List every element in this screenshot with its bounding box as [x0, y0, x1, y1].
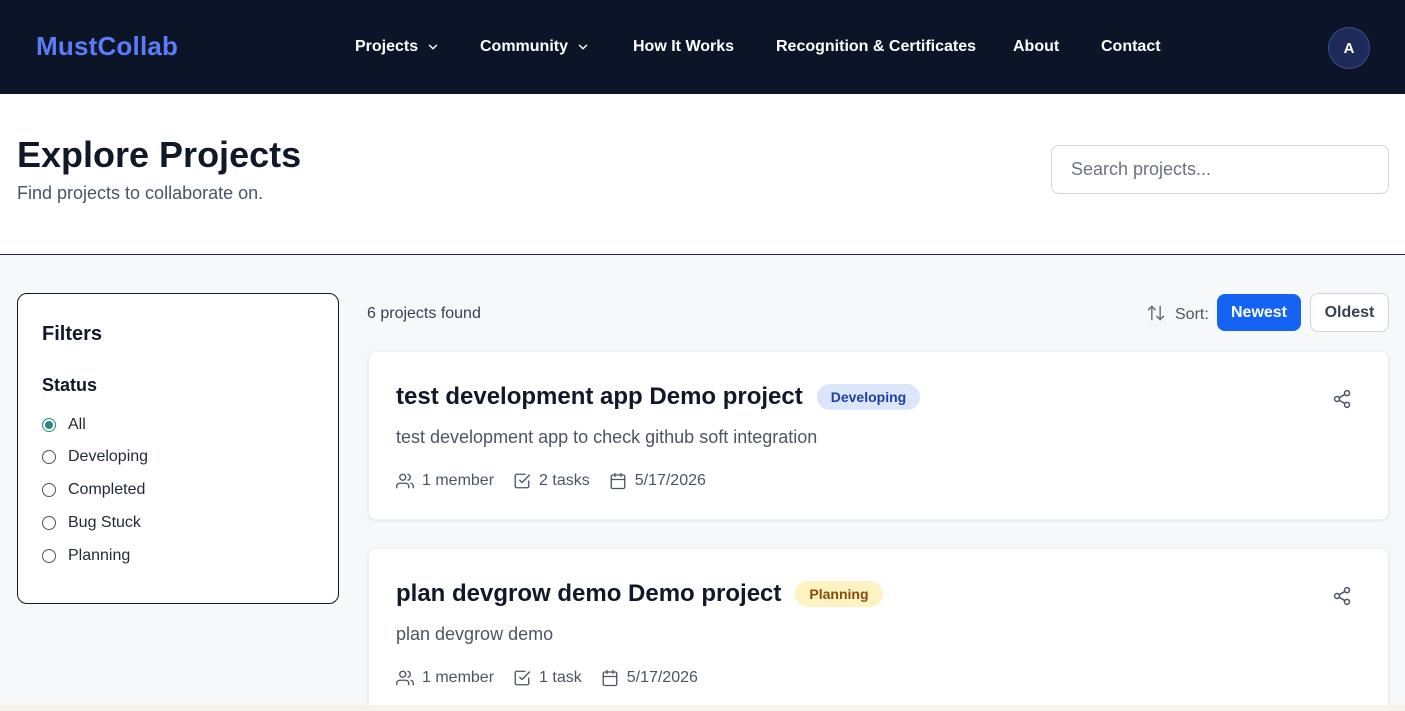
status-option-completed[interactable]: Completed — [42, 481, 145, 499]
nav-how-it-works[interactable]: How It Works — [633, 38, 734, 56]
members-count: 1 member — [396, 669, 494, 687]
results-count: 6 projects found — [367, 305, 481, 322]
radio-button[interactable] — [42, 516, 56, 530]
sort-oldest-button[interactable]: Oldest — [1310, 293, 1389, 332]
status-option-developing[interactable]: Developing — [42, 448, 148, 466]
nav-projects-label: Projects — [355, 38, 419, 55]
checkbox-icon — [514, 473, 531, 489]
status-option-planning[interactable]: Planning — [42, 547, 130, 565]
project-meta: 1 member 1 task 5/17/2026 — [396, 669, 717, 687]
page-title: Explore Projects — [17, 134, 302, 175]
status-badge: Planning — [795, 581, 883, 607]
nav-community[interactable]: Community — [480, 38, 590, 56]
project-date: 5/17/2026 — [601, 669, 698, 687]
status-option-label: Bug Stuck — [68, 514, 141, 531]
users-icon — [396, 473, 414, 489]
share-icon[interactable] — [1332, 586, 1352, 606]
chevron-down-icon — [578, 44, 588, 50]
chevron-down-icon — [428, 44, 438, 50]
user-avatar[interactable]: A — [1328, 27, 1370, 69]
status-option-label: Planning — [68, 547, 131, 564]
status-heading: Status — [42, 375, 98, 395]
tasks-count: 1 task — [513, 669, 582, 687]
sort-arrows-icon — [1147, 305, 1165, 321]
nav-recognition-label: Recognition & Certificates — [776, 38, 977, 55]
members-label: 1 member — [422, 669, 495, 686]
tasks-label: 1 task — [539, 669, 582, 686]
logo[interactable]: MustCollab — [36, 31, 178, 62]
radio-button[interactable] — [42, 549, 56, 563]
status-option-label: Completed — [68, 481, 146, 498]
tasks-count: 2 tasks — [513, 472, 590, 490]
nav-contact[interactable]: Contact — [1101, 38, 1161, 56]
sort-label: Sort: — [1175, 306, 1209, 323]
status-option-bug-stuck[interactable]: Bug Stuck — [42, 514, 141, 532]
calendar-icon — [602, 669, 618, 687]
project-description: test development app to check github sof… — [396, 427, 818, 447]
project-title[interactable]: test development app Demo project — [396, 383, 803, 411]
date-label: 5/17/2026 — [634, 472, 706, 489]
share-icon[interactable] — [1332, 389, 1352, 409]
project-meta: 1 member 2 tasks 5/17/2026 — [396, 472, 725, 490]
nav-about-label: About — [1013, 38, 1060, 55]
tasks-label: 2 tasks — [539, 472, 590, 489]
checkbox-icon — [514, 670, 531, 686]
project-description: plan devgrow demo — [396, 624, 554, 644]
search-input[interactable] — [1051, 145, 1389, 194]
status-option-label: All — [68, 416, 86, 433]
page-header: Explore Projects Find projects to collab… — [0, 94, 1405, 255]
sort-newest-button[interactable]: Newest — [1217, 294, 1301, 331]
status-badge: Developing — [816, 384, 921, 410]
calendar-icon — [610, 472, 626, 490]
members-count: 1 member — [396, 472, 494, 490]
filters-panel: Filters Status All Developing Completed … — [17, 293, 339, 604]
radio-button[interactable] — [42, 418, 56, 432]
date-label: 5/17/2026 — [626, 669, 698, 686]
project-card[interactable]: test development app Demo project Develo… — [368, 351, 1389, 520]
nav-how-it-works-label: How It Works — [633, 38, 735, 55]
nav-community-label: Community — [480, 38, 568, 55]
project-title[interactable]: plan devgrow demo Demo project — [396, 580, 781, 608]
status-option-all[interactable]: All — [42, 416, 86, 434]
project-card[interactable]: plan devgrow demo Demo project Planning … — [368, 548, 1389, 711]
nav-projects[interactable]: Projects — [355, 38, 440, 56]
top-navbar: MustCollab Projects Community How It Wor… — [0, 0, 1405, 94]
card-title-row: test development app Demo project Develo… — [396, 383, 921, 411]
filters-title: Filters — [42, 323, 103, 345]
users-icon — [396, 670, 414, 686]
bottom-strip — [0, 705, 1405, 711]
members-label: 1 member — [422, 472, 495, 489]
nav-recognition[interactable]: Recognition & Certificates — [776, 38, 976, 56]
radio-button[interactable] — [42, 450, 56, 464]
project-date: 5/17/2026 — [609, 472, 706, 490]
status-option-label: Developing — [68, 448, 149, 465]
radio-button[interactable] — [42, 483, 56, 497]
nav-contact-label: Contact — [1101, 38, 1161, 55]
card-title-row: plan devgrow demo Demo project Planning — [396, 580, 883, 608]
page-subtitle: Find projects to collaborate on. — [17, 183, 264, 203]
nav-about[interactable]: About — [1013, 38, 1059, 56]
